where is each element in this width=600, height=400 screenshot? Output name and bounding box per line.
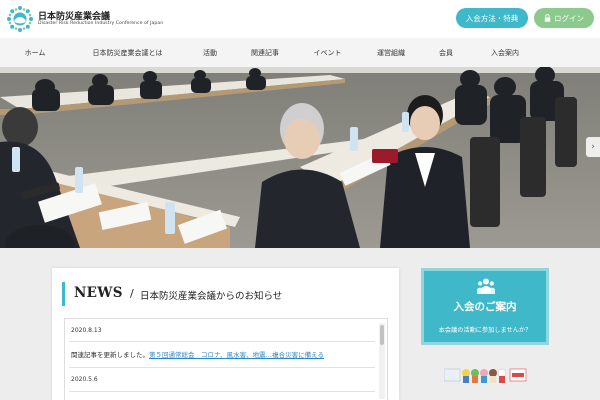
nav-item-organization[interactable]: 運営組織 bbox=[360, 48, 422, 58]
logo-icon[interactable] bbox=[6, 5, 34, 33]
scrollbar-thumb[interactable] bbox=[380, 325, 384, 345]
hero-photo: › bbox=[0, 67, 600, 248]
news-heading: NEWS bbox=[74, 285, 123, 301]
membership-banner[interactable]: 入会のご案内 本会議の活動に参加しませんか？ bbox=[421, 268, 549, 345]
news-item-text: 関連記事を更新しました。第５回通常総会 コロナ、風水害、地震…複合災害に備える bbox=[71, 349, 324, 359]
news-accent-bar bbox=[62, 282, 65, 306]
news-list[interactable]: 2020.8.13 関連記事を更新しました。第５回通常総会 コロナ、風水害、地震… bbox=[64, 318, 388, 400]
nav-item-events[interactable]: イベント bbox=[295, 48, 360, 58]
nav-item-articles[interactable]: 関連記事 bbox=[235, 48, 295, 58]
banner-title: 入会のご案内 bbox=[453, 301, 517, 313]
login-button[interactable]: ログイン bbox=[534, 8, 594, 28]
news-subheading: 日本防災産業会議からのお知らせ bbox=[140, 291, 283, 302]
main-nav: ホーム 日本防災産業会議とは 活動 関連記事 イベント 運営組織 会員 入会案内 bbox=[0, 38, 600, 67]
news-divider bbox=[69, 341, 375, 342]
chevron-right-icon: › bbox=[591, 142, 595, 152]
meeting-photo bbox=[0, 67, 600, 248]
people-icon bbox=[477, 278, 495, 294]
nav-item-home[interactable]: ホーム bbox=[0, 48, 70, 58]
news-date: 2020.5.6 bbox=[71, 376, 98, 383]
nav-item-membership[interactable]: 入会案内 bbox=[470, 48, 540, 58]
login-label: ログイン bbox=[554, 13, 584, 23]
news-panel: NEWS / 日本防災産業会議からのお知らせ 2020.8.13 関連記事を更新… bbox=[52, 268, 399, 400]
lock-icon bbox=[544, 14, 551, 22]
site-header: 日本防災産業会議 Disaster Risk Reduction Industr… bbox=[0, 0, 600, 38]
news-item-link[interactable]: 第５回通常総会 コロナ、風水害、地震…複合災害に備える bbox=[149, 351, 324, 359]
join-info-button[interactable]: 入会方法・特典 bbox=[456, 8, 528, 28]
news-divider bbox=[69, 391, 375, 392]
banner-subtitle: 本会議の活動に参加しませんか？ bbox=[438, 327, 532, 334]
nav-item-about[interactable]: 日本防災産業会議とは bbox=[70, 48, 185, 58]
news-item-label: 関連記事を更新しました。 bbox=[71, 351, 149, 359]
mascot-icons[interactable] bbox=[444, 366, 528, 384]
news-scrollbar[interactable] bbox=[379, 323, 385, 399]
news-heading-divider: / bbox=[130, 287, 134, 300]
nav-item-members[interactable]: 会員 bbox=[422, 48, 470, 58]
slider-next-button[interactable]: › bbox=[586, 137, 600, 157]
news-divider bbox=[69, 367, 375, 368]
news-date: 2020.8.13 bbox=[71, 327, 102, 334]
nav-item-activities[interactable]: 活動 bbox=[185, 48, 235, 58]
join-info-label: 入会方法・特典 bbox=[465, 13, 519, 23]
brand-name-english: Disaster Risk Reduction Industry Confere… bbox=[38, 21, 164, 26]
